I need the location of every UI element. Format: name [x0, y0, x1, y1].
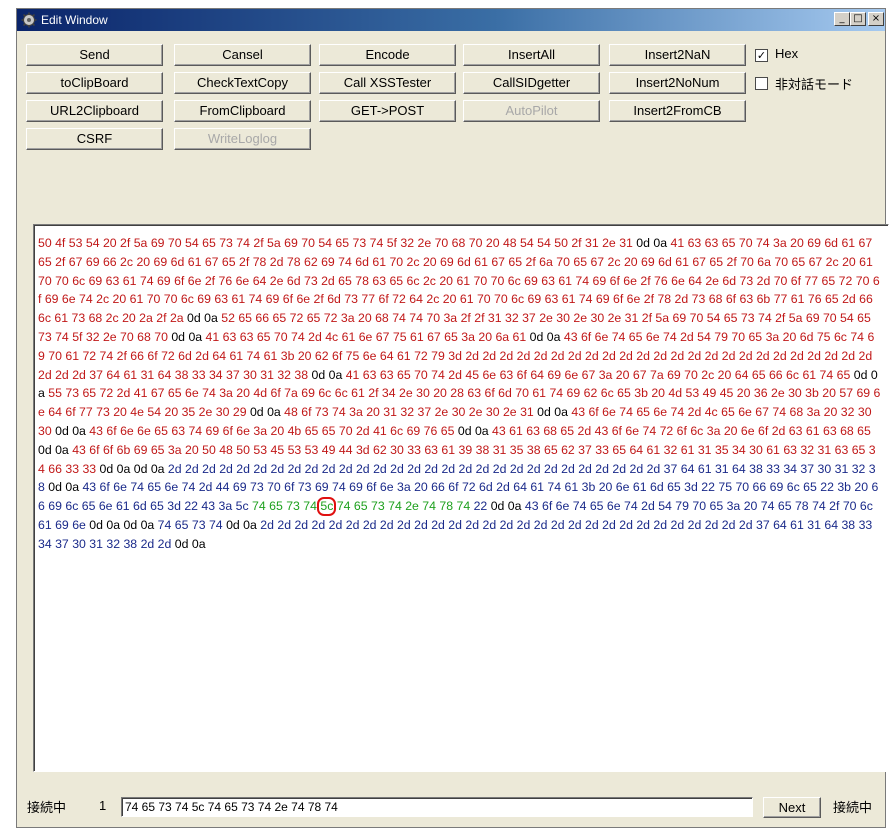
hex-segment-black: 0d 0a 0d 0a [89, 517, 155, 532]
hex-segment-blue: 22 [470, 499, 491, 514]
hex-segment-black: 0d 0a [537, 405, 568, 420]
non-interactive-label: 非対話モード [775, 77, 854, 92]
hex-segment-black: 0d 0a [38, 442, 69, 457]
hex-label: Hex [775, 46, 799, 61]
write-loglog-button[interactable]: WriteLoglog [174, 128, 311, 150]
search-hex-input[interactable]: 74 65 73 74 5c 74 65 73 74 2e 74 78 74 [121, 797, 753, 817]
hex-segment-black: 0d 0a [174, 536, 206, 551]
hex-segment-red: 43 61 63 68 65 2d 43 6f 6e 74 72 6f 6c 3… [488, 423, 875, 438]
auto-pilot-button[interactable]: AutoPilot [463, 100, 600, 122]
hex-segment-black: 0d 0a [249, 405, 281, 420]
hex-segment-red: 48 6f 73 74 3a 20 31 32 37 2e 30 2e 30 2… [280, 405, 538, 420]
connecting-status-label: 接続中 [27, 800, 67, 815]
send-button[interactable]: Send [26, 44, 163, 66]
hex-segment-green: 74 65 73 74 2e 74 78 74 [333, 499, 471, 514]
hex-segment-red: 50 4f 53 54 20 2f 5a 69 70 54 65 73 74 2… [38, 236, 637, 250]
close-button[interactable]: × [868, 12, 884, 26]
call-xss-tester-button[interactable]: Call XSSTester [319, 72, 456, 94]
next-button[interactable]: Next [763, 797, 821, 818]
insert2fromcb-button[interactable]: Insert2FromCB [609, 100, 746, 122]
hex-content: 50 4f 53 54 20 2f 5a 69 70 54 65 73 74 2… [38, 234, 881, 554]
hex-segment-black: 0d 0a 0d 0a [99, 461, 165, 476]
non-interactive-checkbox[interactable] [755, 77, 768, 90]
hex-checkbox[interactable]: ✓ [755, 49, 768, 62]
to-clipboard-button[interactable]: toClipBoard [26, 72, 163, 94]
minimize-button[interactable]: _ [834, 12, 850, 26]
hex-segment-black: 0d 0a [48, 480, 80, 495]
call-sid-getter-button[interactable]: CallSIDgetter [463, 72, 600, 94]
from-clipboard-button[interactable]: FromClipboard [174, 100, 311, 122]
insert2nonum-button[interactable]: Insert2NoNum [609, 72, 746, 94]
encode-button[interactable]: Encode [319, 44, 456, 66]
hex-segment-red: 41 63 63 65 70 74 2d 45 6e 63 6f 64 69 6… [342, 367, 854, 382]
cansel-button[interactable]: Cansel [174, 44, 311, 66]
url2clipboard-button[interactable]: URL2Clipboard [26, 100, 163, 122]
csrf-button[interactable]: CSRF [26, 128, 163, 150]
match-count: 1 [99, 798, 107, 813]
hex-segment-black: 0d 0a [226, 517, 257, 532]
hex-segment-black: 0d 0a [171, 329, 203, 344]
hex-segment-black: 0d 0a [457, 423, 489, 438]
hex-segment-black: 0d 0a [529, 329, 561, 344]
check-text-copy-button[interactable]: CheckTextCopy [174, 72, 311, 94]
hex-textarea[interactable]: 50 4f 53 54 20 2f 5a 69 70 54 65 73 74 2… [33, 224, 889, 772]
hex-segment-black: 0d 0a [55, 423, 86, 438]
hex-segment-black: 0d 0a [187, 311, 218, 326]
hex-segment-black: 0d 0a [490, 499, 522, 514]
maximize-button[interactable]: □ [850, 12, 866, 26]
hex-segment-black: 0d 0a [311, 367, 343, 382]
hex-segment-green: 74 65 73 74 [252, 499, 321, 514]
settings-gear-icon [21, 12, 37, 28]
insert2nan-button[interactable]: Insert2NaN [609, 44, 746, 66]
connecting-status-label-right: 接続中 [833, 800, 873, 815]
get-post-button[interactable]: GET->POST [319, 100, 456, 122]
hex-segment-black: 0d 0a [636, 236, 668, 250]
hex-segment-red: 43 6f 6e 6e 65 63 74 69 6f 6e 3a 20 4b 6… [85, 423, 458, 438]
hex-segment-blue: 74 65 73 74 [154, 517, 227, 532]
insert-all-button[interactable]: InsertAll [463, 44, 600, 66]
window-title: Edit Window [41, 13, 108, 27]
title-bar[interactable]: Edit Window _ □ × [17, 9, 885, 31]
hex-segment-red: 41 63 63 65 70 74 2d 4c 61 6e 67 75 61 6… [202, 329, 530, 344]
edit-window: Edit Window _ □ × Send Cansel Encode Ins… [16, 8, 889, 828]
